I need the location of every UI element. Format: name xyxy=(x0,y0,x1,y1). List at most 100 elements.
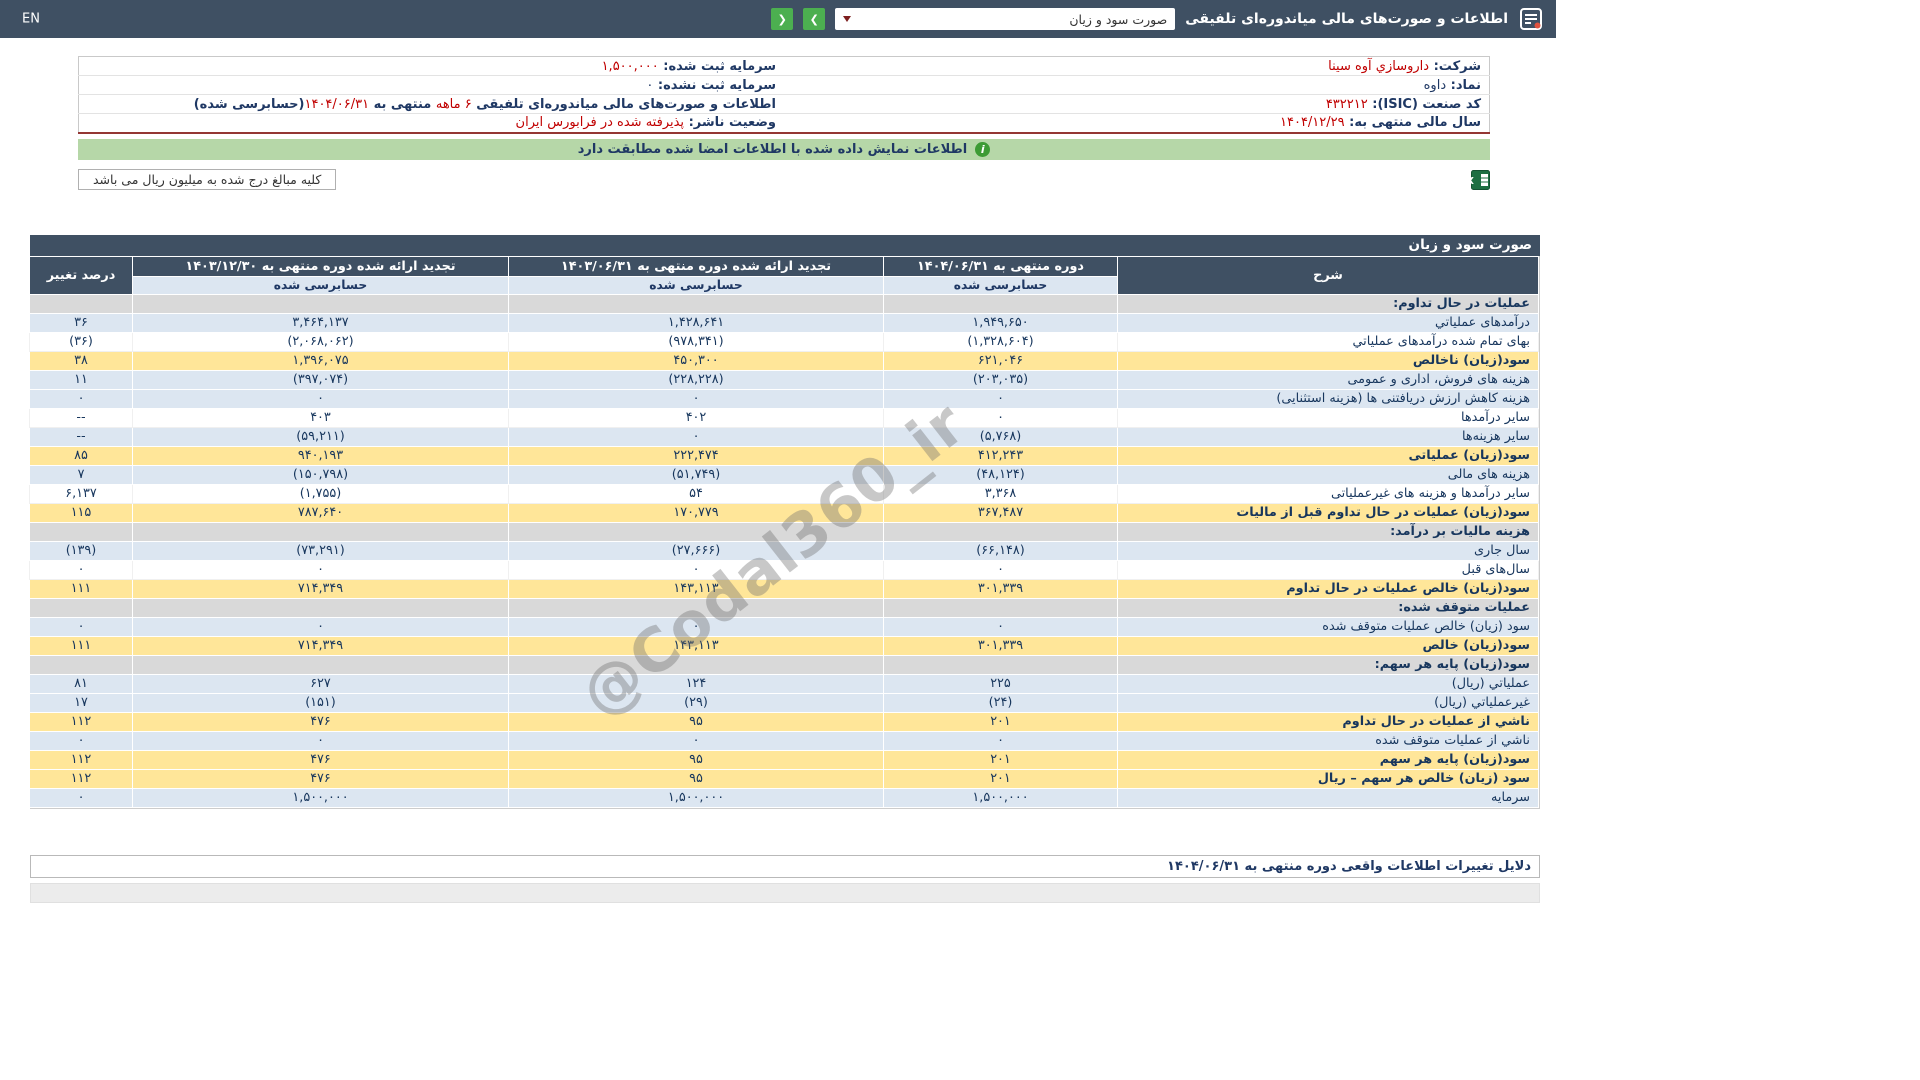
page: اطلاعات و صورت‌های مالی میاندوره‌ای تلفی… xyxy=(0,0,1556,1080)
row-label-cell: درآمدهای عملیاتي xyxy=(1118,313,1539,332)
info-value: ۱۴۰۴/۱۲/۲۹ xyxy=(1280,115,1345,130)
excel-export-icon[interactable]: X xyxy=(1471,170,1490,190)
codal-logo-icon xyxy=(1518,6,1544,32)
value-cell: -- xyxy=(30,427,133,446)
value-cell xyxy=(884,522,1118,541)
info-label: سرمایه ثبت شده: xyxy=(659,59,776,74)
value-cell: ۴۰۲ xyxy=(509,408,884,427)
value-cell: (۵۱,۷۴۹) xyxy=(509,465,884,484)
statement-select[interactable]: صورت سود و زیان xyxy=(835,8,1175,30)
english-language-link[interactable]: EN xyxy=(22,12,40,27)
info-label: سرمایه ثبت نشده: xyxy=(653,78,776,93)
value-cell: (۹۷۸,۳۴۱) xyxy=(509,332,884,351)
value-cell xyxy=(133,655,509,674)
value-cell xyxy=(509,294,884,313)
row-label-cell: سایر هزینه‌ها xyxy=(1118,427,1539,446)
value-cell: ۴۷۶ xyxy=(133,712,509,731)
row-label-cell: غیرعملیاتي (ریال) xyxy=(1118,693,1539,712)
units-note: کلیه مبالغ درج شده به میلیون ریال می باش… xyxy=(78,169,336,190)
value-cell: ۰ xyxy=(133,389,509,408)
statement-row: سود(زیان) ناخالص۶۲۱,۰۴۶۴۵۰,۳۰۰۱,۳۹۶,۰۷۵۳… xyxy=(30,351,1539,370)
row-label-cell: سود(زیان) پایه هر سهم xyxy=(1118,750,1539,769)
company-info-body: شرکت: داروسازي آوه سيناسرمایه ثبت شده: ۱… xyxy=(79,57,1490,133)
statement-header-row: شرح دوره منتهی به ۱۴۰۴/۰۶/۳۱ تجدید ارائه… xyxy=(30,256,1539,276)
company-info-row: شرکت: داروسازي آوه سيناسرمایه ثبت شده: ۱… xyxy=(79,57,1490,76)
company-info-cell: شرکت: داروسازي آوه سينا xyxy=(784,57,1490,76)
signature-match-banner: i اطلاعات نمایش داده شده با اطلاعات امضا… xyxy=(78,139,1490,160)
value-cell: (۲۲۸,۲۲۸) xyxy=(509,370,884,389)
value-cell: (۴۸,۱۲۴) xyxy=(884,465,1118,484)
value-cell: ۰ xyxy=(884,389,1118,408)
value-cell: ۸۱ xyxy=(30,674,133,693)
value-cell: ۷۱۴,۳۴۹ xyxy=(133,636,509,655)
statement-row: سود(زیان) خالص۳۰۱,۳۳۹۱۴۳,۱۱۳۷۱۴,۳۴۹۱۱۱ xyxy=(30,636,1539,655)
statement-row: هزینه کاهش ارزش دریافتنی ها (هزینه استثن… xyxy=(30,389,1539,408)
value-cell xyxy=(30,655,133,674)
value-cell: ۰ xyxy=(884,617,1118,636)
value-cell: ۱۱۱ xyxy=(30,636,133,655)
value-cell xyxy=(30,294,133,313)
statement-row: هزینه های مالی(۴۸,۱۲۴)(۵۱,۷۴۹)(۱۵۰,۷۹۸)۷ xyxy=(30,465,1539,484)
value-cell: ۳,۴۶۴,۱۳۷ xyxy=(133,313,509,332)
value-cell: ۰ xyxy=(133,617,509,636)
value-cell: ۱۱۱ xyxy=(30,579,133,598)
value-cell: ۷۸۷,۶۴۰ xyxy=(133,503,509,522)
row-label-cell: سایر درآمدها و هزینه های غیرعملیاتی xyxy=(1118,484,1539,503)
next-statement-button[interactable]: ❯ xyxy=(803,8,825,30)
value-cell: ۴۷۶ xyxy=(133,769,509,788)
statement-row: هزینه مالیات بر درآمد: xyxy=(30,522,1539,541)
statement-row: سود(زیان) عملیاتی۴۱۲,۲۴۳۲۲۲,۴۷۴۹۴۰,۱۹۳۸۵ xyxy=(30,446,1539,465)
company-info-cell: سرمایه ثبت نشده: ۰ xyxy=(79,76,785,95)
row-label-cell: سود(زیان) خالص xyxy=(1118,636,1539,655)
value-cell: ۳,۳۶۸ xyxy=(884,484,1118,503)
value-cell: ۱۱ xyxy=(30,370,133,389)
value-cell xyxy=(30,598,133,617)
value-cell: ۱,۵۰۰,۰۰۰ xyxy=(133,788,509,807)
value-cell xyxy=(133,294,509,313)
company-info-cell: سرمایه ثبت شده: ۱,۵۰۰,۰۰۰ xyxy=(79,57,785,76)
statement-row: عملیاتي (ریال)۲۲۵۱۲۴۶۲۷۸۱ xyxy=(30,674,1539,693)
row-label-cell: سال‌های قبل xyxy=(1118,560,1539,579)
row-label-cell: سود (زیان) خالص هر سهم – ریال xyxy=(1118,769,1539,788)
value-cell xyxy=(884,294,1118,313)
statement-body: عملیات در حال تداوم:درآمدهای عملیاتي۱,۹۴… xyxy=(30,294,1539,807)
changes-reasons-row xyxy=(30,883,1540,903)
value-cell: ۲۰۱ xyxy=(884,712,1118,731)
info-label: سال مالی منتهی به: xyxy=(1345,115,1481,130)
value-cell xyxy=(884,598,1118,617)
value-cell xyxy=(509,522,884,541)
company-info-cell: سال مالی منتهی به: ۱۴۰۴/۱۲/۲۹ xyxy=(784,114,1490,133)
svg-text:X: X xyxy=(1471,176,1474,187)
statement-row: سود(زیان) عملیات در حال تداوم قبل از مال… xyxy=(30,503,1539,522)
row-label-cell: هزینه مالیات بر درآمد: xyxy=(1118,522,1539,541)
value-cell: (۳۹۷,۰۷۴) xyxy=(133,370,509,389)
value-cell: ۳۶ xyxy=(30,313,133,332)
company-info-cell: کد صنعت (ISIC): ۴۳۲۲۱۲ xyxy=(784,95,1490,114)
value-cell: (۲,۰۶۸,۰۶۲) xyxy=(133,332,509,351)
statement-row: بهای تمام شده درآمدهای عملیاتي(۱,۳۲۸,۶۰۴… xyxy=(30,332,1539,351)
company-info-row: نماد: داوهسرمایه ثبت نشده: ۰ xyxy=(79,76,1490,95)
value-cell: ۷ xyxy=(30,465,133,484)
value-cell: ۹۵ xyxy=(509,769,884,788)
value-cell: ۳۶۷,۴۸۷ xyxy=(884,503,1118,522)
info-value: پذيرفته شده در فرابورس ايران xyxy=(516,115,685,130)
statement-row: سایر درآمدها۰۴۰۲۴۰۳-- xyxy=(30,408,1539,427)
value-cell: ۸۵ xyxy=(30,446,133,465)
row-label-cell: سود(زیان) ناخالص xyxy=(1118,351,1539,370)
value-cell xyxy=(509,598,884,617)
value-cell: ۵۴ xyxy=(509,484,884,503)
row-label-cell: عملیات متوقف شده: xyxy=(1118,598,1539,617)
units-row: X کلیه مبالغ درج شده به میلیون ریال می ب… xyxy=(78,169,1490,191)
audited-subheader: حسابرسی شده xyxy=(133,276,509,294)
company-info-row: سال مالی منتهی به: ۱۴۰۴/۱۲/۲۹وضعیت ناشر:… xyxy=(79,114,1490,133)
value-cell: ۰ xyxy=(509,617,884,636)
row-label-cell: هزینه های فروش، اداری و عمومی xyxy=(1118,370,1539,389)
value-cell: ۳۸ xyxy=(30,351,133,370)
row-label-cell: عملیاتي (ریال) xyxy=(1118,674,1539,693)
value-cell: ۰ xyxy=(30,788,133,807)
value-cell: ۳۰۱,۳۳۹ xyxy=(884,579,1118,598)
value-cell: ۳۰۱,۳۳۹ xyxy=(884,636,1118,655)
value-cell: ۱,۵۰۰,۰۰۰ xyxy=(884,788,1118,807)
prev-statement-button[interactable]: ❮ xyxy=(771,8,793,30)
value-cell: (۲۹) xyxy=(509,693,884,712)
